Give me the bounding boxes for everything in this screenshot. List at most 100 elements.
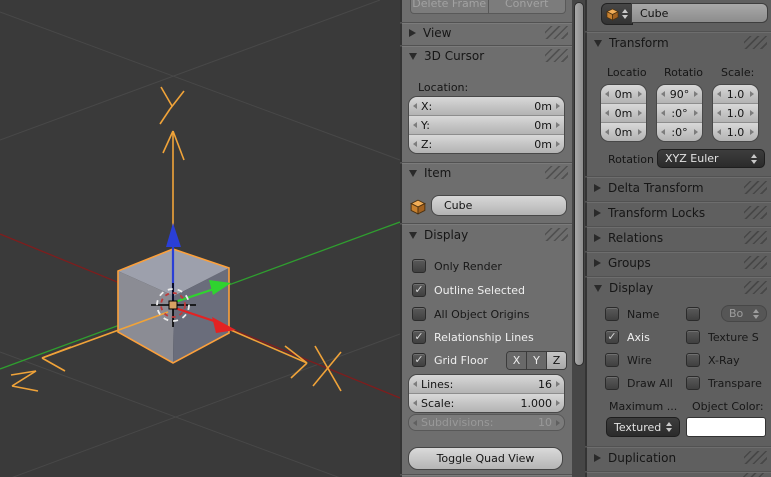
only-render-checkbox[interactable]: Only Render <box>412 258 502 274</box>
panel-drag-icon[interactable] <box>744 206 767 219</box>
decrement-icon[interactable] <box>413 122 417 128</box>
panel-header-3d-cursor[interactable]: 3D Cursor <box>400 47 572 65</box>
rotation-x-field[interactable]: 90° <box>657 85 702 103</box>
panel-header-transform-locks[interactable]: Transform Locks <box>585 204 771 222</box>
panel-header-relations[interactable]: Relations <box>585 229 771 247</box>
panel-drag-icon[interactable] <box>741 473 764 477</box>
relationship-lines-checkbox[interactable]: ✓ Relationship Lines <box>412 329 534 345</box>
scrollbar-track[interactable] <box>572 0 585 477</box>
panel-header-display[interactable]: Display <box>400 226 572 244</box>
scale-x-field[interactable]: 1.0 <box>713 85 758 103</box>
increment-icon[interactable] <box>556 103 560 109</box>
axis-z-toggle[interactable]: Z <box>546 352 566 369</box>
checkbox-box[interactable] <box>605 307 619 321</box>
object-color-swatch[interactable] <box>686 417 766 437</box>
location-x-field[interactable]: 0m <box>601 85 646 103</box>
decrement-icon[interactable] <box>413 141 417 147</box>
increment-icon[interactable] <box>638 91 642 97</box>
object-name-field[interactable]: Cube <box>631 3 768 23</box>
decrement-icon[interactable] <box>605 91 609 97</box>
decrement-icon[interactable] <box>661 91 665 97</box>
decrement-icon[interactable] <box>661 110 665 116</box>
checkbox-box[interactable] <box>605 353 619 367</box>
outline-selected-checkbox[interactable]: ✓ Outline Selected <box>412 282 525 298</box>
rotation-z-field[interactable]: :0° <box>657 122 702 141</box>
panel-drag-icon[interactable] <box>744 181 767 194</box>
panel-drag-icon[interactable] <box>545 49 568 62</box>
panel-drag-icon[interactable] <box>744 256 767 269</box>
decrement-icon[interactable] <box>717 110 721 116</box>
increment-icon[interactable] <box>694 91 698 97</box>
panel-header-item[interactable]: Item <box>400 164 572 182</box>
checkbox-box[interactable] <box>412 259 426 273</box>
panel-drag-icon[interactable] <box>744 231 767 244</box>
rotation-y-field[interactable]: :0° <box>657 103 702 122</box>
checkbox-box[interactable] <box>412 307 426 321</box>
panel-header-transform[interactable]: Transform <box>585 34 771 52</box>
increment-icon[interactable] <box>556 141 560 147</box>
x-ray-checkbox[interactable]: X-Ray <box>686 352 740 368</box>
increment-icon[interactable] <box>750 129 754 135</box>
checkbox-box[interactable]: ✓ <box>605 330 619 344</box>
location-y-field[interactable]: 0m <box>601 103 646 122</box>
panel-header-groups[interactable]: Groups <box>585 254 771 272</box>
name-checkbox[interactable]: Name <box>605 306 659 322</box>
panel-header-duplication[interactable]: Duplication <box>585 449 771 467</box>
decrement-icon[interactable] <box>413 400 417 406</box>
viewport-3d[interactable] <box>0 0 400 477</box>
axis-y-toggle[interactable]: Y <box>526 352 546 369</box>
checkbox-box[interactable] <box>686 307 700 321</box>
object-id-browse-button[interactable] <box>601 3 633 25</box>
scale-y-field[interactable]: 1.0 <box>713 103 758 122</box>
increment-icon[interactable] <box>556 381 560 387</box>
decrement-icon[interactable] <box>661 129 665 135</box>
bounds-checkbox[interactable] <box>686 306 700 322</box>
transparency-checkbox[interactable]: Transpare <box>686 375 762 391</box>
draw-type-dropdown[interactable]: Textured <box>606 417 680 437</box>
checkbox-box[interactable] <box>686 376 700 390</box>
checkbox-box[interactable] <box>686 353 700 367</box>
panel-drag-icon[interactable] <box>744 281 767 294</box>
checkbox-box[interactable] <box>686 330 700 344</box>
texture-space-checkbox[interactable]: Texture S <box>686 329 759 345</box>
checkbox-box[interactable]: ✓ <box>412 283 426 297</box>
location-z-field[interactable]: 0m <box>601 122 646 141</box>
grid-floor-checkbox[interactable]: ✓ Grid Floor <box>412 352 488 368</box>
delete-frame-button[interactable]: Delete Frame <box>410 0 488 14</box>
decrement-icon[interactable] <box>413 103 417 109</box>
panel-drag-icon[interactable] <box>545 26 568 39</box>
panel-header-delta-transform[interactable]: Delta Transform <box>585 179 771 197</box>
wire-checkbox[interactable]: Wire <box>605 352 652 368</box>
increment-icon[interactable] <box>638 129 642 135</box>
cursor-y-field[interactable]: Y: 0m <box>409 115 564 134</box>
decrement-icon[interactable] <box>717 91 721 97</box>
item-name-field[interactable]: Cube <box>431 195 567 216</box>
increment-icon[interactable] <box>750 91 754 97</box>
rotation-mode-dropdown[interactable]: XYZ Euler <box>657 149 765 168</box>
increment-icon[interactable] <box>556 400 560 406</box>
panel-header-view[interactable]: View <box>400 24 572 42</box>
axis-x-toggle[interactable]: X <box>507 352 526 369</box>
cursor-z-field[interactable]: Z: 0m <box>409 134 564 153</box>
panel-drag-icon[interactable] <box>744 451 767 464</box>
panel-header-display[interactable]: Display <box>585 279 771 297</box>
increment-icon[interactable] <box>556 122 560 128</box>
toggle-quad-view-button[interactable]: Toggle Quad View <box>408 447 563 470</box>
grid-lines-field[interactable]: Lines: 16 <box>409 375 564 393</box>
increment-icon[interactable] <box>694 129 698 135</box>
axis-checkbox[interactable]: ✓ Axis <box>605 329 650 345</box>
increment-icon[interactable] <box>638 110 642 116</box>
increment-icon[interactable] <box>750 110 754 116</box>
scale-z-field[interactable]: 1.0 <box>713 122 758 141</box>
decrement-icon[interactable] <box>717 129 721 135</box>
panel-drag-icon[interactable] <box>744 36 767 49</box>
checkbox-box[interactable]: ✓ <box>412 330 426 344</box>
checkbox-box[interactable]: ✓ <box>412 353 426 367</box>
decrement-icon[interactable] <box>605 110 609 116</box>
cursor-x-field[interactable]: X: 0m <box>409 97 564 115</box>
scrollbar-thumb[interactable] <box>574 2 584 366</box>
convert-button[interactable]: Convert <box>488 0 567 14</box>
decrement-icon[interactable] <box>413 381 417 387</box>
draw-all-checkbox[interactable]: Draw All <box>605 375 673 391</box>
panel-drag-icon[interactable] <box>545 228 568 241</box>
